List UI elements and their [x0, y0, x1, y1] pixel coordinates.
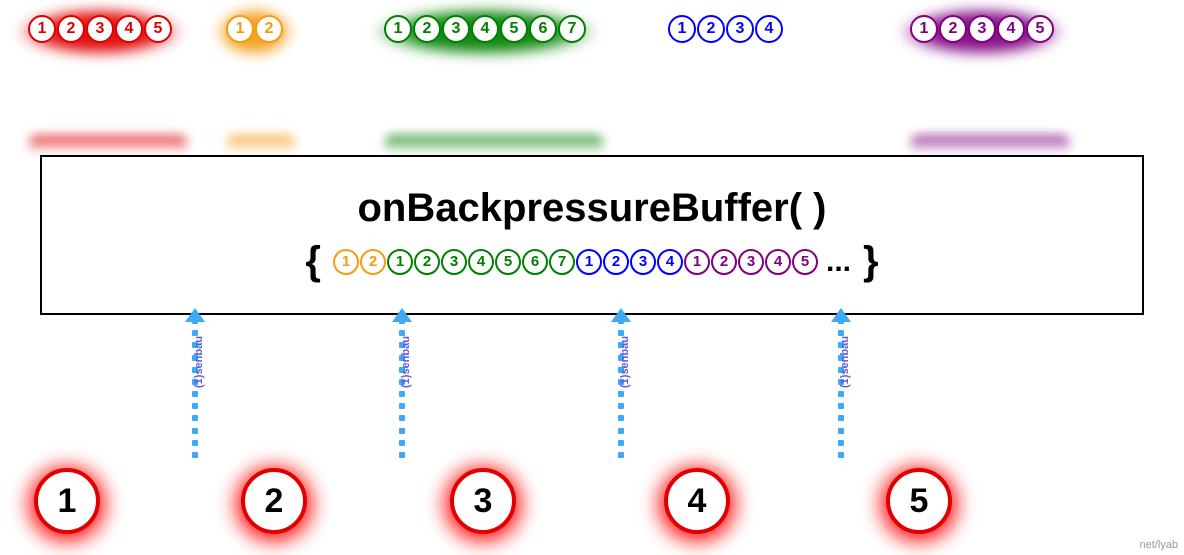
buffer-marble-2: 1: [387, 249, 413, 275]
emission-group-orange: 12: [226, 15, 283, 43]
request-arrow-0: (1)senbau: [193, 318, 197, 458]
marble-red-2: 2: [57, 15, 85, 43]
marble-red-3: 3: [86, 15, 114, 43]
marble-purple-4: 4: [997, 15, 1025, 43]
output-marble-label: 3: [450, 468, 516, 534]
buffer-row: { 121234567123412345 ... }: [295, 239, 888, 284]
buffer-marble-0: 1: [333, 249, 359, 275]
marble-green-2: 2: [413, 15, 441, 43]
buffer-marble-6: 5: [495, 249, 521, 275]
request-label: (1)senbau: [193, 336, 205, 388]
buffer-marble-16: 4: [765, 249, 791, 275]
buffer-marble-1: 2: [360, 249, 386, 275]
marble-purple-3: 3: [968, 15, 996, 43]
brace-close: }: [863, 239, 879, 284]
request-label: (1)senbau: [619, 336, 631, 388]
source-emissions-row: 12345121234567123412345: [0, 15, 1184, 75]
request-arrow-1: (1)senbau: [400, 318, 404, 458]
marble-blue-2: 2: [697, 15, 725, 43]
buffer-marble-15: 3: [738, 249, 764, 275]
buffer-ellipsis: ...: [826, 245, 851, 279]
output-marble-2: 2: [241, 468, 307, 534]
output-marble-4: 4: [664, 468, 730, 534]
reflection-green: [384, 135, 604, 153]
marble-purple-2: 2: [939, 15, 967, 43]
emission-group-green: 1234567: [384, 15, 586, 43]
marble-purple-1: 1: [910, 15, 938, 43]
watermark: net/lyab: [1139, 539, 1178, 551]
emission-group-red: 12345: [28, 15, 172, 43]
marble-green-5: 5: [500, 15, 528, 43]
marble-red-5: 5: [144, 15, 172, 43]
buffer-marble-11: 3: [630, 249, 656, 275]
output-marble-3: 3: [450, 468, 516, 534]
request-arrow-3: (1)senbau: [839, 318, 843, 458]
operator-box: onBackpressureBuffer( ) { 12123456712341…: [40, 155, 1144, 315]
output-marble-label: 4: [664, 468, 730, 534]
buffer-marble-17: 5: [792, 249, 818, 275]
marble-blue-3: 3: [726, 15, 754, 43]
buffer-marble-5: 4: [468, 249, 494, 275]
buffer-items: 121234567123412345: [333, 249, 818, 275]
emission-group-blue: 1234: [668, 15, 783, 43]
marble-blue-4: 4: [755, 15, 783, 43]
output-marble-label: 1: [34, 468, 100, 534]
buffer-marble-12: 4: [657, 249, 683, 275]
output-marble-label: 2: [241, 468, 307, 534]
marble-green-1: 1: [384, 15, 412, 43]
marble-orange-2: 2: [255, 15, 283, 43]
buffer-marble-7: 6: [522, 249, 548, 275]
marble-green-7: 7: [558, 15, 586, 43]
marble-purple-5: 5: [1026, 15, 1054, 43]
buffer-marble-8: 7: [549, 249, 575, 275]
output-marble-label: 5: [886, 468, 952, 534]
emission-group-purple: 12345: [910, 15, 1054, 43]
marble-green-6: 6: [529, 15, 557, 43]
buffer-marble-3: 2: [414, 249, 440, 275]
reflection-red: [28, 135, 188, 153]
buffer-marble-14: 2: [711, 249, 737, 275]
request-label: (1)senbau: [839, 336, 851, 388]
marble-green-4: 4: [471, 15, 499, 43]
reflection-orange: [226, 135, 296, 153]
buffer-marble-4: 3: [441, 249, 467, 275]
output-marble-1: 1: [34, 468, 100, 534]
request-arrow-2: (1)senbau: [619, 318, 623, 458]
reflection-row: [0, 135, 1184, 157]
brace-open: {: [305, 239, 321, 284]
request-label: (1)senbau: [400, 336, 412, 388]
marble-orange-1: 1: [226, 15, 254, 43]
operator-title: onBackpressureBuffer( ): [357, 186, 826, 231]
output-marble-5: 5: [886, 468, 952, 534]
marble-green-3: 3: [442, 15, 470, 43]
marble-red-1: 1: [28, 15, 56, 43]
buffer-marble-13: 1: [684, 249, 710, 275]
buffer-marble-10: 2: [603, 249, 629, 275]
buffer-marble-9: 1: [576, 249, 602, 275]
marble-red-4: 4: [115, 15, 143, 43]
reflection-purple: [910, 135, 1070, 153]
marble-blue-1: 1: [668, 15, 696, 43]
